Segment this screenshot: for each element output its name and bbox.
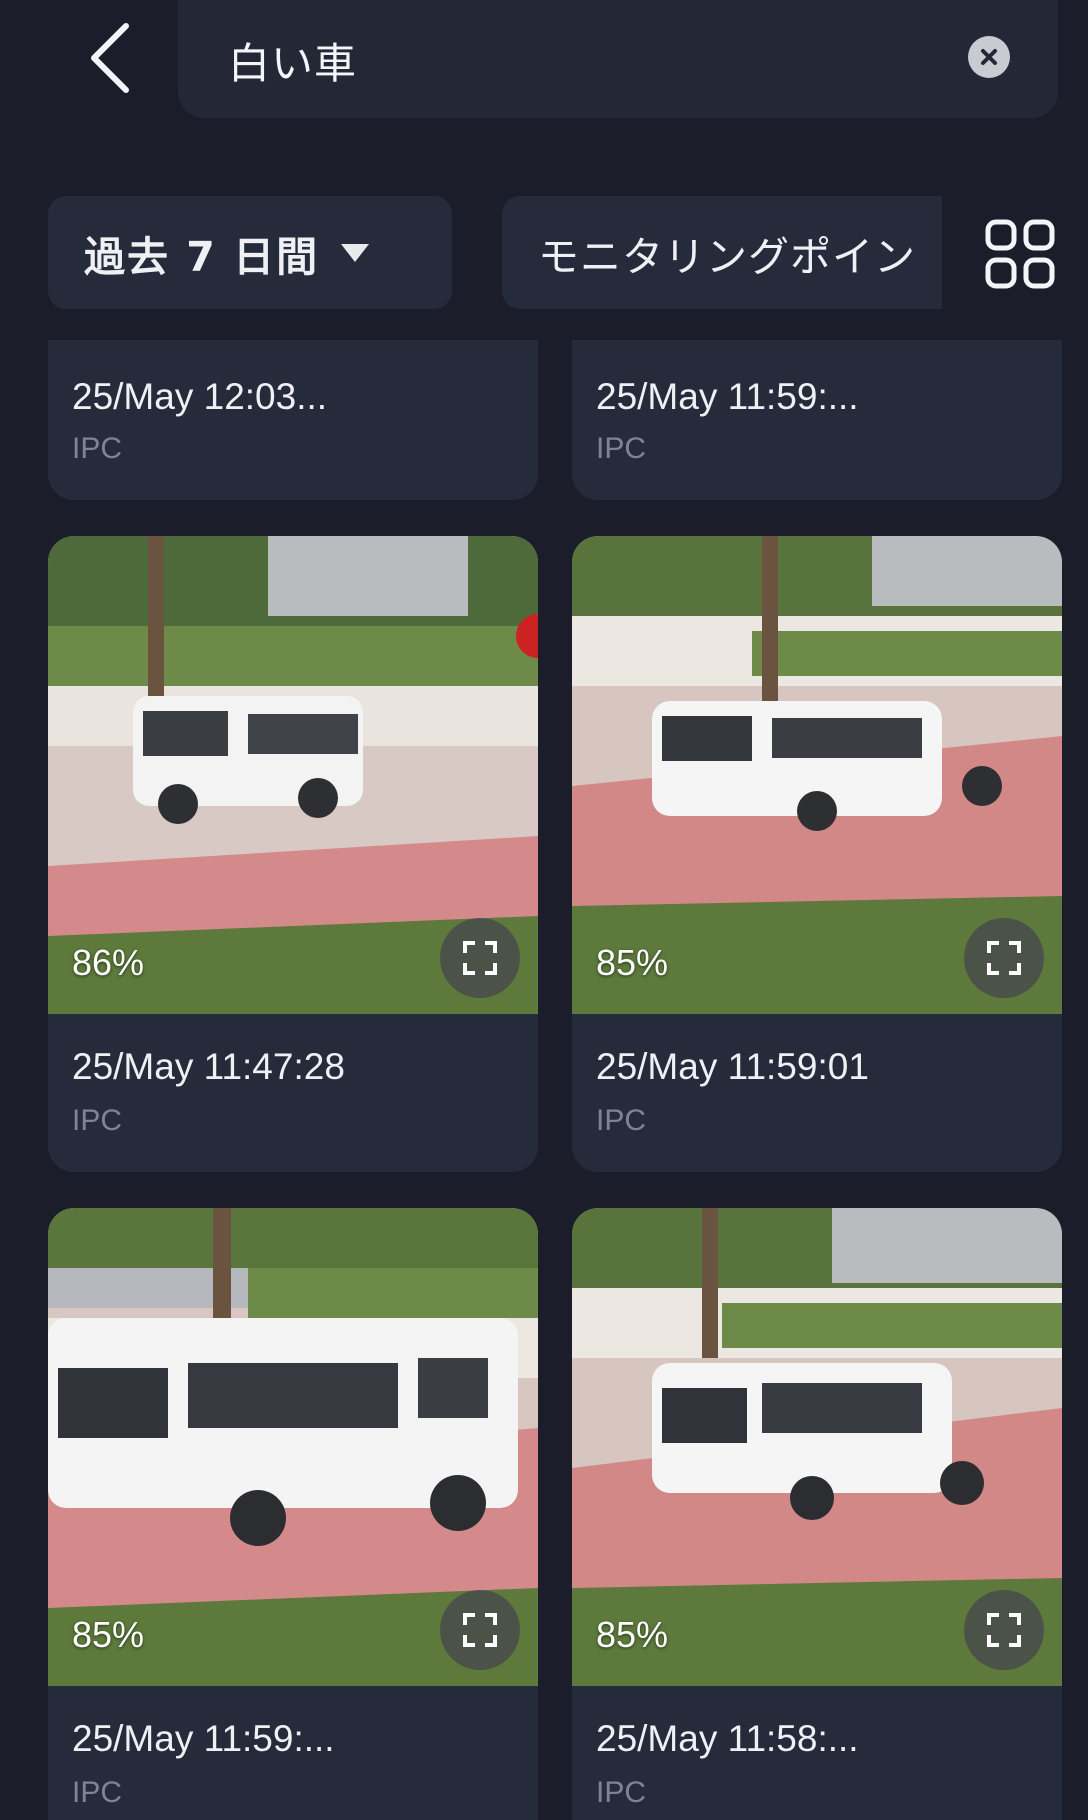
time-range-label: 過去 7 日間 <box>84 232 320 281</box>
result-source: IPC <box>72 1104 123 1137</box>
result-timestamp: 25/May 11:59:01 <box>596 1046 869 1087</box>
result-card[interactable]: 85% 25/May 11:59:... IPC <box>48 1208 538 1820</box>
monitoring-point-label: モニタリングポイン <box>538 232 916 281</box>
time-range-filter[interactable]: 過去 7 日間 <box>48 196 452 309</box>
back-button[interactable] <box>70 18 150 98</box>
app-screen: 白い車 過去 7 日間 モニタリングポイン 25/May 12:03... IP… <box>0 0 1088 1820</box>
expand-icon <box>463 1613 497 1647</box>
expand-icon <box>987 1613 1021 1647</box>
result-card[interactable]: 25/May 12:03... IPC <box>48 340 538 500</box>
dropdown-caret-icon <box>341 243 370 262</box>
search-input[interactable]: 白い車 <box>228 30 357 91</box>
result-timestamp: 25/May 11:58:... <box>596 1718 859 1759</box>
match-score: 85% <box>596 1614 669 1655</box>
match-score: 85% <box>72 1614 145 1655</box>
clear-search-button[interactable] <box>968 36 1010 78</box>
expand-icon <box>463 941 497 975</box>
expand-button[interactable] <box>440 918 520 998</box>
result-timestamp: 25/May 12:03... <box>72 376 328 417</box>
result-thumbnail[interactable]: 86% <box>48 536 538 1014</box>
result-card[interactable]: 86% 25/May 11:47:28 IPC <box>48 536 538 1172</box>
close-icon <box>981 49 997 65</box>
result-timestamp: 25/May 11:59:... <box>72 1718 335 1759</box>
match-score: 86% <box>72 942 145 983</box>
result-source: IPC <box>72 1776 123 1809</box>
result-source: IPC <box>596 1104 647 1137</box>
result-thumbnail[interactable]: 85% <box>572 536 1062 1014</box>
result-source: IPC <box>596 1776 647 1809</box>
result-thumbnail[interactable]: 85% <box>48 1208 538 1686</box>
expand-button[interactable] <box>440 1590 520 1670</box>
result-card[interactable]: 25/May 11:59:... IPC <box>572 340 1062 500</box>
result-card[interactable]: 85% 25/May 11:58:... IPC <box>572 1208 1062 1820</box>
result-source: IPC <box>72 432 123 465</box>
match-score: 85% <box>596 942 669 983</box>
expand-button[interactable] <box>964 1590 1044 1670</box>
expand-button[interactable] <box>964 918 1044 998</box>
grid-view-icon <box>985 219 1055 289</box>
chevron-left-icon <box>91 23 129 93</box>
result-timestamp: 25/May 11:47:28 <box>72 1046 345 1087</box>
search-bar[interactable]: 白い車 <box>178 0 1058 118</box>
result-thumbnail[interactable]: 85% <box>572 1208 1062 1686</box>
monitoring-point-filter[interactable]: モニタリングポイン <box>502 196 942 309</box>
result-source: IPC <box>596 432 647 465</box>
grid-view-toggle[interactable] <box>984 218 1056 290</box>
result-card[interactable]: 85% 25/May 11:59:01 IPC <box>572 536 1062 1172</box>
expand-icon <box>987 941 1021 975</box>
result-timestamp: 25/May 11:59:... <box>596 376 859 417</box>
